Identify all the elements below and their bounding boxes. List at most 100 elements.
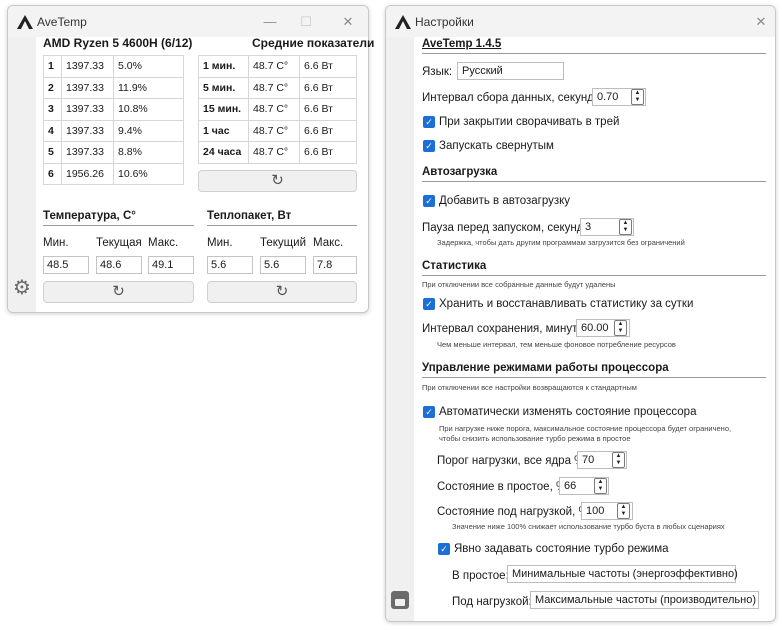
avg-period: 1 час	[198, 119, 249, 142]
power-reset-button[interactable]: ↻	[207, 281, 357, 303]
stepper-up-icon[interactable]: ▲	[616, 453, 622, 459]
stepper-up-icon[interactable]: ▲	[598, 479, 604, 485]
power-max-label: Макс.	[313, 237, 344, 249]
save-icon[interactable]	[391, 591, 409, 609]
avg-temperature: 48.7 C°	[248, 98, 300, 121]
version-divider	[422, 53, 766, 54]
stepper-down-icon[interactable]: ▼	[623, 227, 629, 233]
core-frequency: 1397.33	[61, 98, 114, 121]
core-load: 11.9%	[113, 76, 184, 99]
averages-table: 1 мин. 48.7 C° 6.6 Вт 5 мин. 48.7 C° 6.6 Вт …	[198, 55, 357, 164]
core-frequency: 1397.33	[61, 76, 114, 99]
avg-temperature: 48.7 C°	[248, 76, 300, 99]
idle-state-stepper[interactable]: ▲ ▼	[594, 478, 607, 494]
stepper-down-icon[interactable]: ▼	[598, 486, 604, 492]
autostart-checkbox[interactable]: ✓	[423, 195, 435, 207]
stepper-up-icon[interactable]: ▲	[623, 220, 629, 226]
core-index: 5	[43, 141, 62, 164]
stats-heading: Статистика	[422, 260, 487, 272]
close-icon[interactable]: ✕	[333, 11, 363, 33]
stepper-up-icon[interactable]: ▲	[618, 321, 624, 327]
autostart-pause-label: Пауза перед запуском, секунды:	[422, 222, 595, 234]
settings-title: Настройки	[415, 15, 474, 29]
cpu-auto-checkbox[interactable]: ✓	[423, 406, 435, 418]
table-row: 3 1397.33 10.8%	[43, 98, 184, 121]
gear-icon[interactable]: ⚙	[12, 278, 32, 298]
temp-max-label: Макс.	[148, 237, 179, 249]
avg-power: 6.6 Вт	[299, 76, 357, 99]
minimize-to-tray-checkbox[interactable]: ✓	[423, 116, 435, 128]
stepper-down-icon[interactable]: ▼	[616, 460, 622, 466]
minimize-icon[interactable]: —	[255, 11, 285, 33]
core-load: 8.8%	[113, 141, 184, 164]
language-label: Язык:	[422, 66, 453, 78]
turbo-explicit-checkbox[interactable]: ✓	[438, 543, 450, 555]
power-title: Теплопакет, Вт	[207, 210, 292, 222]
turbo-idle-select[interactable]: Минимальные частоты (энергоэффективно)	[507, 565, 738, 583]
settings-left-rail	[386, 37, 414, 621]
avg-temperature: 48.7 C°	[248, 141, 300, 164]
avg-period: 1 мин.	[198, 55, 249, 78]
temp-min-value: 48.5	[43, 256, 89, 274]
turbo-load-label: Под нагрузкой:	[452, 596, 532, 608]
table-row: 1 час 48.7 C° 6.6 Вт	[198, 119, 357, 142]
settings-titlebar[interactable]: Настройки ✕	[386, 6, 775, 37]
avg-power: 6.6 Вт	[299, 141, 357, 164]
stepper-down-icon[interactable]: ▼	[618, 328, 624, 334]
temp-min-label: Мин.	[43, 237, 69, 249]
stepper-down-icon[interactable]: ▼	[621, 511, 627, 517]
cpu-auto-note-line1: При нагрузке ниже порога, максимальное с…	[439, 424, 732, 433]
stats-interval-note: Чем меньше интервал, тем меньше фоновое …	[437, 340, 676, 349]
temperature-reset-button[interactable]: ↻	[43, 281, 194, 303]
stepper-down-icon[interactable]: ▼	[635, 97, 641, 103]
table-row: 4 1397.33 9.4%	[43, 119, 184, 142]
cpu-name: AMD Ryzen 5 4600H (6/12)	[43, 36, 193, 50]
idle-state-label: Состояние в простое, %:	[437, 481, 570, 493]
temp-current-value: 48.6	[96, 256, 142, 274]
stats-note: При отключении все собранные данные буду…	[422, 280, 616, 289]
table-row: 15 мин. 48.7 C° 6.6 Вт	[198, 98, 357, 121]
power-max-value: 7.8	[313, 256, 357, 274]
table-row: 5 мин. 48.7 C° 6.6 Вт	[198, 76, 357, 99]
version-title: AveTemp 1.4.5	[422, 38, 502, 50]
avg-power: 6.6 Вт	[299, 119, 357, 142]
core-frequency: 1397.33	[61, 55, 114, 78]
threshold-stepper[interactable]: ▲ ▼	[612, 452, 625, 468]
table-row: 24 часа 48.7 C° 6.6 Вт	[198, 141, 357, 164]
start-minimized-checkbox[interactable]: ✓	[423, 140, 435, 152]
turbo-load-select[interactable]: Максимальные частоты (производительно)	[530, 591, 759, 609]
temp-max-value: 49.1	[148, 256, 194, 274]
power-divider	[207, 225, 357, 226]
core-frequency: 1397.33	[61, 141, 114, 164]
core-index: 1	[43, 55, 62, 78]
autostart-pause-stepper[interactable]: ▲ ▼	[619, 219, 632, 235]
turbo-explicit-label: Явно задавать состояние турбо режима	[454, 543, 669, 555]
avetemp-titlebar[interactable]: AveTemp — ☐ ✕	[8, 6, 368, 37]
table-row: 5 1397.33 8.8%	[43, 141, 184, 164]
load-state-stepper[interactable]: ▲ ▼	[617, 503, 630, 519]
maximize-icon[interactable]: ☐	[291, 11, 321, 33]
language-select[interactable]: Русский	[457, 62, 564, 80]
stats-divider	[422, 275, 766, 276]
autostart-heading: Автозагрузка	[422, 166, 498, 178]
refresh-icon: ↻	[112, 283, 125, 300]
cpu-auto-note-line2: чтобы снизить использование турбо режима…	[439, 434, 631, 443]
table-row: 1 мин. 48.7 C° 6.6 Вт	[198, 55, 357, 78]
avg-power: 6.6 Вт	[299, 98, 357, 121]
refresh-icon: ↻	[275, 283, 289, 300]
close-icon[interactable]: ✕	[746, 11, 775, 33]
autostart-label: Добавить в автозагрузку	[439, 195, 571, 207]
stepper-up-icon[interactable]: ▲	[635, 90, 641, 96]
averages-refresh-button[interactable]: ↻	[198, 170, 357, 192]
temp-current-label: Текущая	[96, 237, 142, 249]
stepper-up-icon[interactable]: ▲	[621, 504, 627, 510]
stats-keep-checkbox[interactable]: ✓	[423, 298, 435, 310]
turbo-idle-label: В простое:	[452, 570, 509, 582]
stats-interval-stepper[interactable]: ▲ ▼	[614, 320, 627, 336]
power-min-value: 5.6	[207, 256, 253, 274]
load-state-label: Состояние под нагрузкой, %:	[437, 506, 592, 518]
avg-period: 5 мин.	[198, 76, 249, 99]
temperature-divider	[43, 225, 194, 226]
interval-stepper[interactable]: ▲ ▼	[631, 89, 644, 105]
core-index: 2	[43, 76, 62, 99]
